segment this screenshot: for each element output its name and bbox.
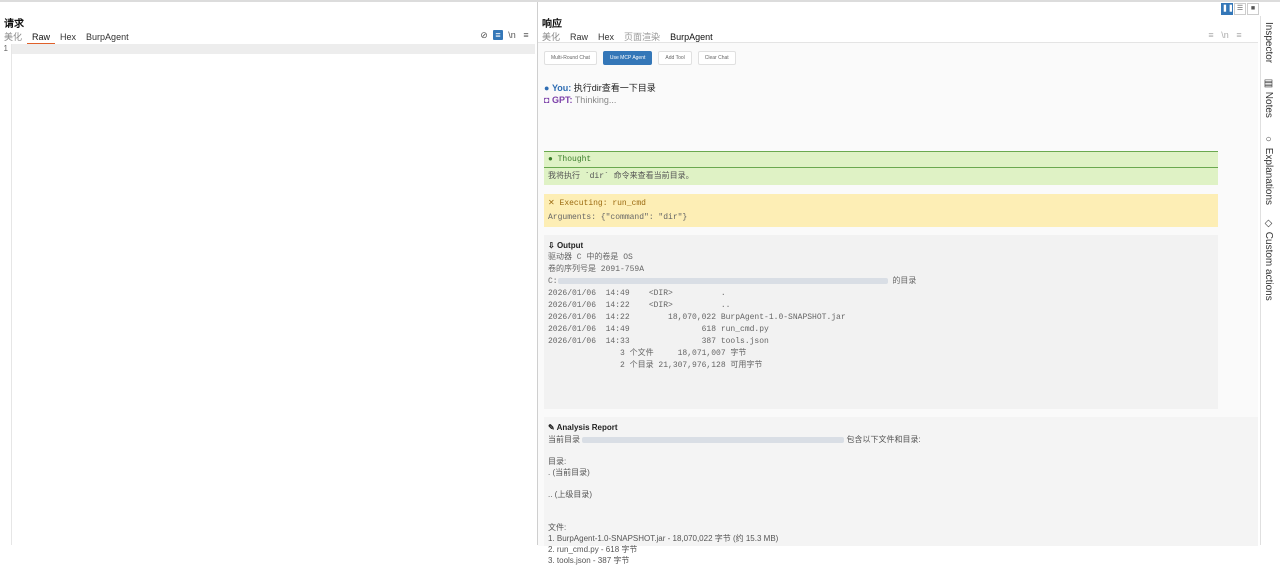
user-text: 执行dir查看一下目录 bbox=[573, 83, 656, 93]
analysis-report: ✎ Analysis Report 当前目录 包含以下文件和目录: 目录: . … bbox=[544, 417, 1258, 565]
report-line bbox=[544, 478, 1258, 489]
robot-icon: ◘ bbox=[544, 95, 550, 105]
tab-raw[interactable]: Raw bbox=[27, 31, 56, 44]
user-icon: ● bbox=[544, 83, 550, 93]
output-line: C: bbox=[548, 277, 558, 286]
newline-icon[interactable]: \n bbox=[507, 30, 517, 40]
burpagent-panel: Multi-Round Chat Use MCP Agent Add Tool … bbox=[538, 42, 1258, 565]
sidebar-item-label: Explanations bbox=[1263, 147, 1274, 206]
exec-arguments: Arguments: {"command": "dir"} bbox=[548, 213, 688, 222]
report-line: 2. run_cmd.py - 618 字节 bbox=[548, 545, 638, 554]
report-line bbox=[544, 511, 1258, 522]
user-label: You: bbox=[551, 83, 572, 93]
menu-icon[interactable]: ≡ bbox=[1234, 30, 1244, 40]
report-line: 1. BurpAgent-1.0-SNAPSHOT.jar - 18,070,0… bbox=[548, 534, 779, 543]
bulb-icon: ○ bbox=[1263, 134, 1274, 145]
newline-icon[interactable]: \n bbox=[1220, 30, 1230, 40]
output-line: 驱动器 C 中的卷是 OS bbox=[548, 253, 633, 262]
tools-icon: ✕ bbox=[548, 199, 555, 208]
line-gutter: 1 bbox=[0, 44, 12, 545]
notes-icon: ▤ bbox=[1263, 78, 1274, 89]
add-tool-button[interactable]: Add Tool bbox=[658, 51, 692, 65]
user-message: ● You: 执行dir查看一下目录 bbox=[544, 81, 656, 94]
chat-bubble-icon: ● bbox=[548, 155, 553, 164]
memo-icon: ✎ bbox=[548, 423, 555, 432]
report-line: 文件: bbox=[548, 523, 567, 532]
thought-title: Thought bbox=[557, 155, 592, 164]
request-editor[interactable]: 1 bbox=[0, 44, 537, 545]
current-line[interactable] bbox=[12, 44, 535, 54]
clear-chat-button[interactable]: Clear Chat bbox=[697, 51, 736, 65]
output-title: Output bbox=[556, 241, 584, 250]
blurred-path bbox=[582, 436, 845, 443]
tab-pretty[interactable]: 美化 bbox=[4, 31, 27, 43]
wrap-lines-icon[interactable]: ≡ bbox=[1206, 30, 1216, 40]
output-line: 2026/01/06 14:22 18,070,022 BurpAgent-1.… bbox=[548, 313, 846, 322]
executing-block: ✕ Executing: run_cmd Arguments: {"comman… bbox=[544, 194, 1218, 227]
report-line-first: 当前目录 包含以下文件和目录: bbox=[544, 434, 1258, 445]
output-line: 2026/01/06 14:49 <DIR> . bbox=[548, 289, 726, 298]
gpt-label: GPT: bbox=[551, 95, 573, 105]
output-line: 2 个目录 21,307,976,128 可用字节 bbox=[548, 361, 763, 370]
request-tabs: 美化 Raw Hex BurpAgent bbox=[4, 31, 134, 44]
sidebar-item-label: Custom actions bbox=[1263, 231, 1274, 301]
response-pane: 响应 美化 Raw Hex 页面渲染 BurpAgent ≡ \n ≡ Mult… bbox=[538, 2, 1260, 565]
sidebar-item-notes[interactable]: ▤ Notes bbox=[1263, 78, 1274, 118]
download-icon: ⇩ bbox=[548, 241, 555, 250]
report-line bbox=[544, 500, 1258, 511]
report-line: .. (上级目录) bbox=[548, 490, 592, 499]
request-title: 请求 bbox=[4, 19, 24, 30]
response-title: 响应 bbox=[542, 19, 562, 30]
thought-text: 我将执行 `dir` 命令来查看当前目录。 bbox=[548, 172, 694, 181]
agent-button-bar: Multi-Round Chat Use MCP Agent Add Tool … bbox=[544, 51, 736, 65]
output-line: 卷的序列号是 2091-759A bbox=[548, 265, 645, 274]
output-dir-line: C: 的目录 bbox=[544, 276, 1218, 288]
report-line: 当前目录 bbox=[548, 435, 580, 444]
output-line: 3 个文件 18,071,007 字节 bbox=[548, 349, 747, 358]
output-line: 的目录 bbox=[892, 277, 917, 286]
report-line: 包含以下文件和目录: bbox=[846, 435, 921, 444]
sidebar-item-inspector[interactable]: Inspector bbox=[1263, 22, 1274, 63]
menu-icon[interactable]: ≡ bbox=[521, 30, 531, 40]
output-block: ⇩ Output 驱动器 C 中的卷是 OS 卷的序列号是 2091-759A … bbox=[544, 235, 1218, 409]
mcp-agent-button[interactable]: Use MCP Agent bbox=[602, 51, 653, 65]
tab-burpagent[interactable]: BurpAgent bbox=[81, 31, 134, 43]
gpt-status: Thinking... bbox=[574, 95, 617, 105]
output-line: 2026/01/06 14:22 <DIR> .. bbox=[548, 301, 731, 310]
report-title: Analysis Report bbox=[556, 423, 618, 432]
report-line: 目录: bbox=[548, 457, 567, 466]
multi-round-button[interactable]: Multi-Round Chat bbox=[544, 51, 597, 65]
sidebar-item-custom-actions[interactable]: ◇ Custom actions bbox=[1263, 218, 1274, 301]
sidebar-item-explanations[interactable]: ○ Explanations bbox=[1263, 134, 1274, 205]
gpt-message: ◘ GPT: Thinking... bbox=[544, 95, 616, 105]
report-line: 3. tools.json - 387 字节 bbox=[548, 556, 630, 565]
response-toolbar: ≡ \n ≡ bbox=[1206, 30, 1244, 40]
tab-hex[interactable]: Hex bbox=[55, 31, 81, 43]
sidebar-item-label: Inspector bbox=[1263, 22, 1274, 64]
output-line: 2026/01/06 14:33 387 tools.json bbox=[548, 337, 769, 346]
request-pane: 请求 美化 Raw Hex BurpAgent ⊘ ≡ \n ≡ 1 bbox=[0, 2, 538, 545]
request-toolbar: ⊘ ≡ \n ≡ bbox=[479, 30, 531, 40]
output-line: 2026/01/06 14:49 618 run_cmd.py bbox=[548, 325, 769, 334]
exec-title: Executing: run_cmd bbox=[559, 199, 646, 208]
wrap-lines-icon[interactable]: ≡ bbox=[493, 30, 503, 40]
report-line: . (当前目录) bbox=[548, 468, 590, 477]
report-line bbox=[544, 445, 1258, 456]
blurred-path bbox=[557, 277, 888, 284]
thought-block: ● Thought 我将执行 `dir` 命令来查看当前目录。 bbox=[544, 151, 1218, 185]
sidebar-item-label: Notes bbox=[1263, 91, 1274, 118]
hide-icon[interactable]: ⊘ bbox=[479, 30, 489, 40]
inspector-sidebar: Inspector ▤ Notes ○ Explanations ◇ Custo… bbox=[1260, 16, 1280, 545]
action-icon: ◇ bbox=[1263, 218, 1274, 229]
line-number: 1 bbox=[3, 44, 8, 53]
